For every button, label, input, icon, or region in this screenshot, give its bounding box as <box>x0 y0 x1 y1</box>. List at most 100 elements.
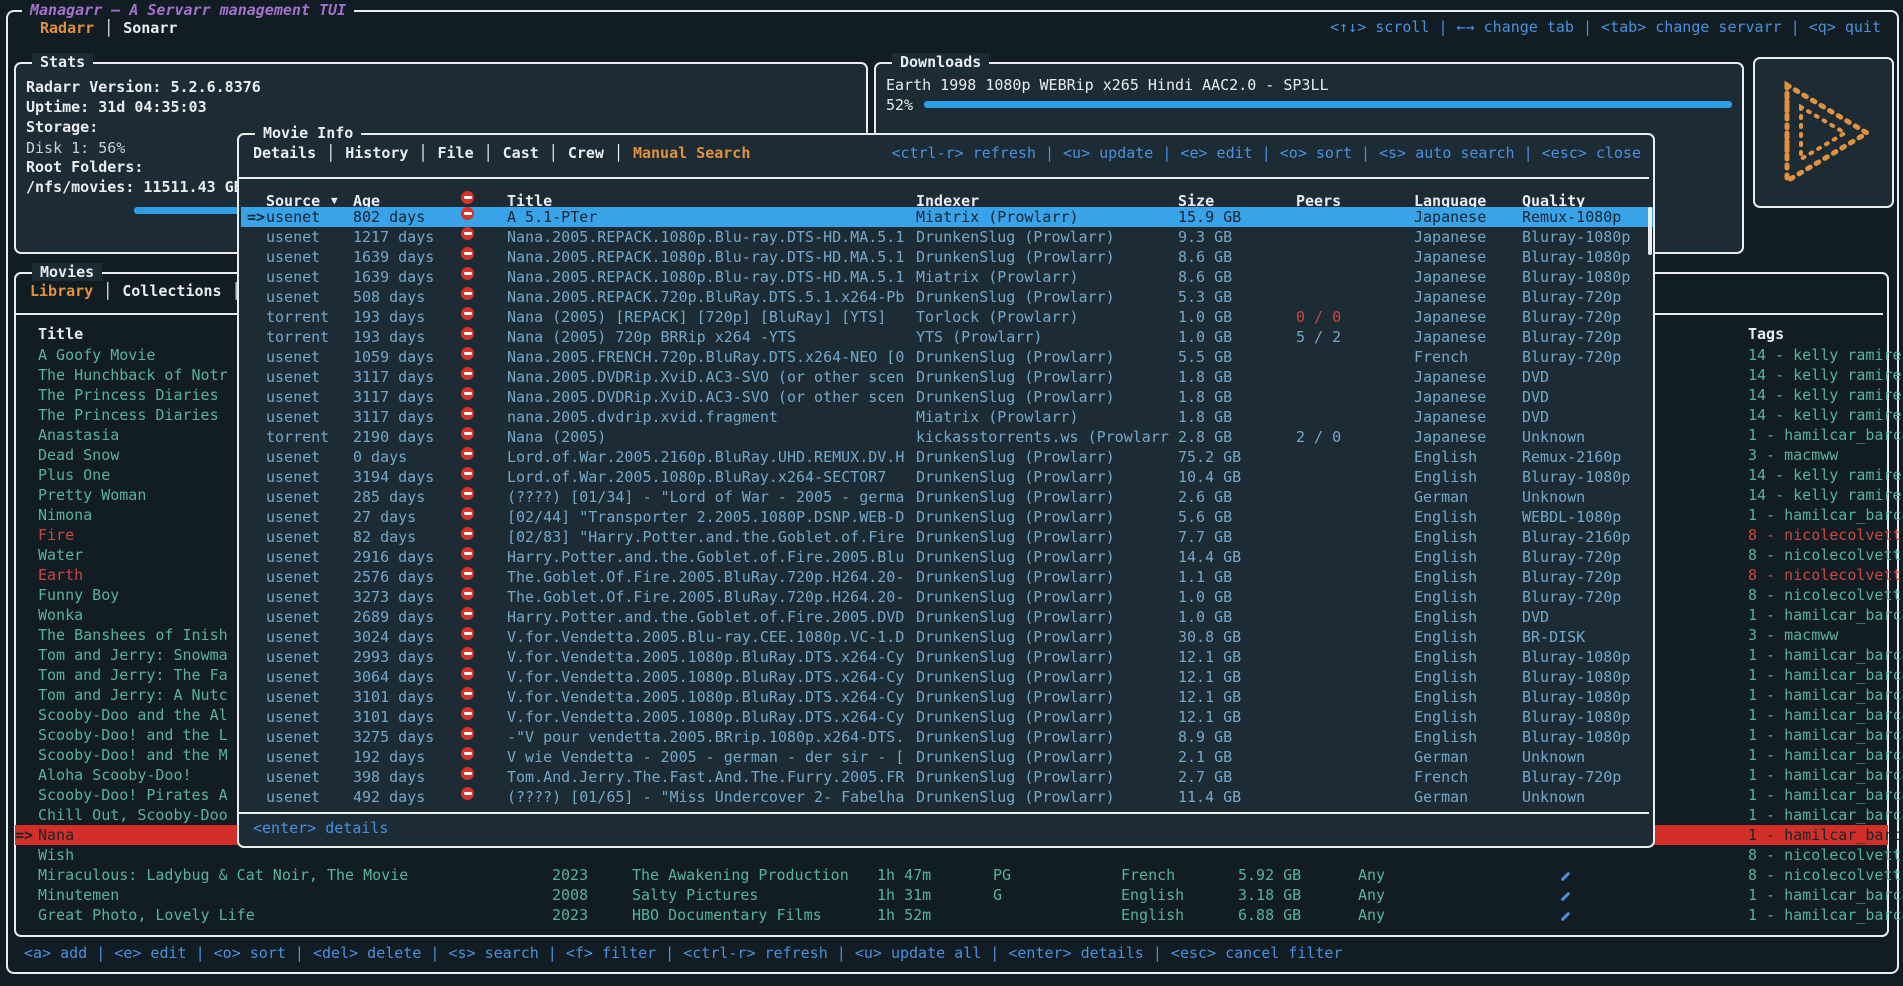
pencil-icon <box>1561 872 1571 882</box>
movie-title-cell: Tom and Jerry: A Nutc <box>38 685 228 705</box>
release-row[interactable]: usenet3101 daysV.for.Vendetta.2005.1080p… <box>241 707 1653 727</box>
release-row[interactable]: usenet0 daysLord.of.War.2005.2160p.BluRa… <box>241 447 1653 467</box>
indexer-cell: Torlock (Prowlarr) <box>916 307 1079 327</box>
tag-cell: 1 - hamilcar_barca <box>1748 905 1903 925</box>
tag-cell: 14 - kelly ramirez <box>1748 345 1903 365</box>
size-cell: 1.0 GB <box>1178 587 1232 607</box>
movie-title-cell: A Goofy Movie <box>38 345 155 365</box>
release-row[interactable]: usenet508 daysNana.2005.REPACK.720p.BluR… <box>241 287 1653 307</box>
size-cell: 12.1 GB <box>1178 707 1241 727</box>
modal-footer-help: <enter> details <box>253 819 388 837</box>
source-cell: usenet <box>266 567 320 587</box>
quality-cell: Bluray-1080p <box>1522 267 1630 287</box>
tag-cell: 1 - hamilcar_barca <box>1748 425 1903 445</box>
size-cell: 8.6 GB <box>1178 247 1232 267</box>
rejected-icon <box>461 707 474 720</box>
indexer-cell: DrunkenSlug (Prowlarr) <box>916 387 1115 407</box>
studio-cell: HBO Documentary Films <box>632 905 822 925</box>
quality-cell: Bluray-720p <box>1522 567 1621 587</box>
library-row[interactable]: Great Photo, Lovely Life2023HBO Document… <box>15 905 1888 925</box>
release-row[interactable]: usenet2689 daysHarry.Potter.and.the.Gobl… <box>241 607 1653 627</box>
rejected-icon <box>461 447 474 460</box>
release-row[interactable]: usenet2916 daysHarry.Potter.and.the.Gobl… <box>241 547 1653 567</box>
release-row[interactable]: usenet2576 daysThe.Goblet.Of.Fire.2005.B… <box>241 567 1653 587</box>
age-cell: 2993 days <box>353 647 434 667</box>
language-cell: English <box>1414 707 1477 727</box>
release-row[interactable]: usenet27 days[02/44] "Transporter 2.2005… <box>241 507 1653 527</box>
indexer-cell: Miatrix (Prowlarr) <box>916 267 1079 287</box>
movie-title-cell: Funny Boy <box>38 585 119 605</box>
studio-cell: Salty Pictures <box>632 885 758 905</box>
release-row[interactable]: usenet3273 daysThe.Goblet.Of.Fire.2005.B… <box>241 587 1653 607</box>
release-row[interactable]: usenet2993 daysV.for.Vendetta.2005.1080p… <box>241 647 1653 667</box>
release-row[interactable]: usenet492 days(????) [01/65] - "Miss Und… <box>241 787 1653 807</box>
release-row[interactable]: usenet1217 daysNana.2005.REPACK.1080p.Bl… <box>241 227 1653 247</box>
results-scrollbar[interactable] <box>1648 207 1652 255</box>
release-row[interactable]: usenet398 daysTom.And.Jerry.The.Fast.And… <box>241 767 1653 787</box>
release-row[interactable]: torrent193 daysNana (2005) [REPACK] [720… <box>241 307 1653 327</box>
tag-cell: 1 - hamilcar_barca <box>1748 745 1903 765</box>
release-row[interactable]: usenet1639 daysNana.2005.REPACK.1080p.Bl… <box>241 267 1653 287</box>
release-row[interactable]: usenet1639 daysNana.2005.REPACK.1080p.Bl… <box>241 247 1653 267</box>
size-cell: 2.7 GB <box>1178 767 1232 787</box>
age-cell: 3024 days <box>353 627 434 647</box>
release-row[interactable]: usenet3117 daysNana.2005.DVDRip.XviD.AC3… <box>241 387 1653 407</box>
release-row[interactable]: usenet3117 daysnana.2005.dvdrip.xvid.fra… <box>241 407 1653 427</box>
tag-cell: 1 - hamilcar_barca <box>1748 785 1903 805</box>
movie-title-cell: Plus One <box>38 465 110 485</box>
age-cell: 1059 days <box>353 347 434 367</box>
language-cell: Japanese <box>1414 407 1486 427</box>
size-cell: 15.9 GB <box>1178 207 1241 227</box>
language-cell: English <box>1414 467 1477 487</box>
indexer-cell: DrunkenSlug (Prowlarr) <box>916 647 1115 667</box>
size-cell: 1.8 GB <box>1178 367 1232 387</box>
rejected-icon <box>461 567 474 580</box>
release-title-cell: Nana.2005.REPACK.720p.BluRay.DTS.5.1.x26… <box>507 287 904 307</box>
release-row[interactable]: usenet3117 daysNana.2005.DVDRip.XviD.AC3… <box>241 367 1653 387</box>
rejected-icon <box>461 527 474 540</box>
source-cell: usenet <box>266 447 320 467</box>
quality-cell: DVD <box>1522 367 1549 387</box>
release-row[interactable]: usenet3024 daysV.for.Vendetta.2005.Blu-r… <box>241 627 1653 647</box>
language-cell: English <box>1121 885 1184 905</box>
rejected-icon <box>461 627 474 640</box>
movie-title-cell: Earth <box>38 565 83 585</box>
release-title-cell: Harry.Potter.and.the.Goblet.of.Fire.2005… <box>507 607 904 627</box>
quality-cell: Bluray-720p <box>1522 587 1621 607</box>
source-cell: usenet <box>266 707 320 727</box>
release-row[interactable]: torrent193 daysNana (2005) 720p BRRip x2… <box>241 327 1653 347</box>
release-title-cell: Nana.2005.DVDRip.XviD.AC3-SVO (or other … <box>507 387 904 407</box>
release-title-cell: V wie Vendetta - 2005 - german - der sir… <box>507 747 904 767</box>
tag-cell: 8 - nicolecolvett <box>1748 845 1902 865</box>
language-cell: English <box>1414 567 1477 587</box>
release-row[interactable]: usenet192 daysV wie Vendetta - 2005 - ge… <box>241 747 1653 767</box>
language-cell: Japanese <box>1414 287 1486 307</box>
library-row[interactable]: Wish8 - nicolecolvett <box>15 845 1888 865</box>
release-row[interactable]: usenet3194 daysLord.of.War.2005.1080p.Bl… <box>241 467 1653 487</box>
release-title-cell: Lord.of.War.2005.2160p.BluRay.UHD.REMUX.… <box>507 447 904 467</box>
selected-row-marker: => <box>15 825 33 845</box>
release-row[interactable]: usenet82 days[02/83] "Harry.Potter.and.t… <box>241 527 1653 547</box>
release-row[interactable]: usenet285 days(????) [01/34] - "Lord of … <box>241 487 1653 507</box>
age-cell: 2190 days <box>353 427 434 447</box>
library-row[interactable]: Minutemen2008Salty Pictures1h 31mGEnglis… <box>15 885 1888 905</box>
year-cell: 2023 <box>552 865 588 885</box>
quality-cell: Bluray-720p <box>1522 767 1621 787</box>
release-row[interactable]: usenet3275 days-"V pour vendetta.2005.BR… <box>241 727 1653 747</box>
rejected-icon <box>461 247 474 260</box>
age-cell: 802 days <box>353 207 425 227</box>
movie-title-cell: Great Photo, Lovely Life <box>38 905 255 925</box>
age-cell: 492 days <box>353 787 425 807</box>
release-row[interactable]: usenet1059 daysNana.2005.FRENCH.720p.Blu… <box>241 347 1653 367</box>
size-cell: 3.18 GB <box>1238 885 1301 905</box>
release-row[interactable]: torrent2190 daysNana (2005)kickasstorren… <box>241 427 1653 447</box>
rejected-icon <box>461 667 474 680</box>
release-row[interactable]: usenet3064 daysV.for.Vendetta.2005.1080p… <box>241 667 1653 687</box>
release-title-cell: Nana (2005) [REPACK] [720p] [BluRay] [YT… <box>507 307 886 327</box>
library-row[interactable]: Miraculous: Ladybug & Cat Noir, The Movi… <box>15 865 1888 885</box>
release-row[interactable]: usenet3101 daysV.for.Vendetta.2005.1080p… <box>241 687 1653 707</box>
indexer-cell: Miatrix (Prowlarr) <box>916 207 1079 227</box>
size-cell: 30.8 GB <box>1178 627 1241 647</box>
age-cell: 1639 days <box>353 267 434 287</box>
release-row[interactable]: =>usenet802 daysA 5.1-PTerMiatrix (Prowl… <box>241 207 1653 227</box>
